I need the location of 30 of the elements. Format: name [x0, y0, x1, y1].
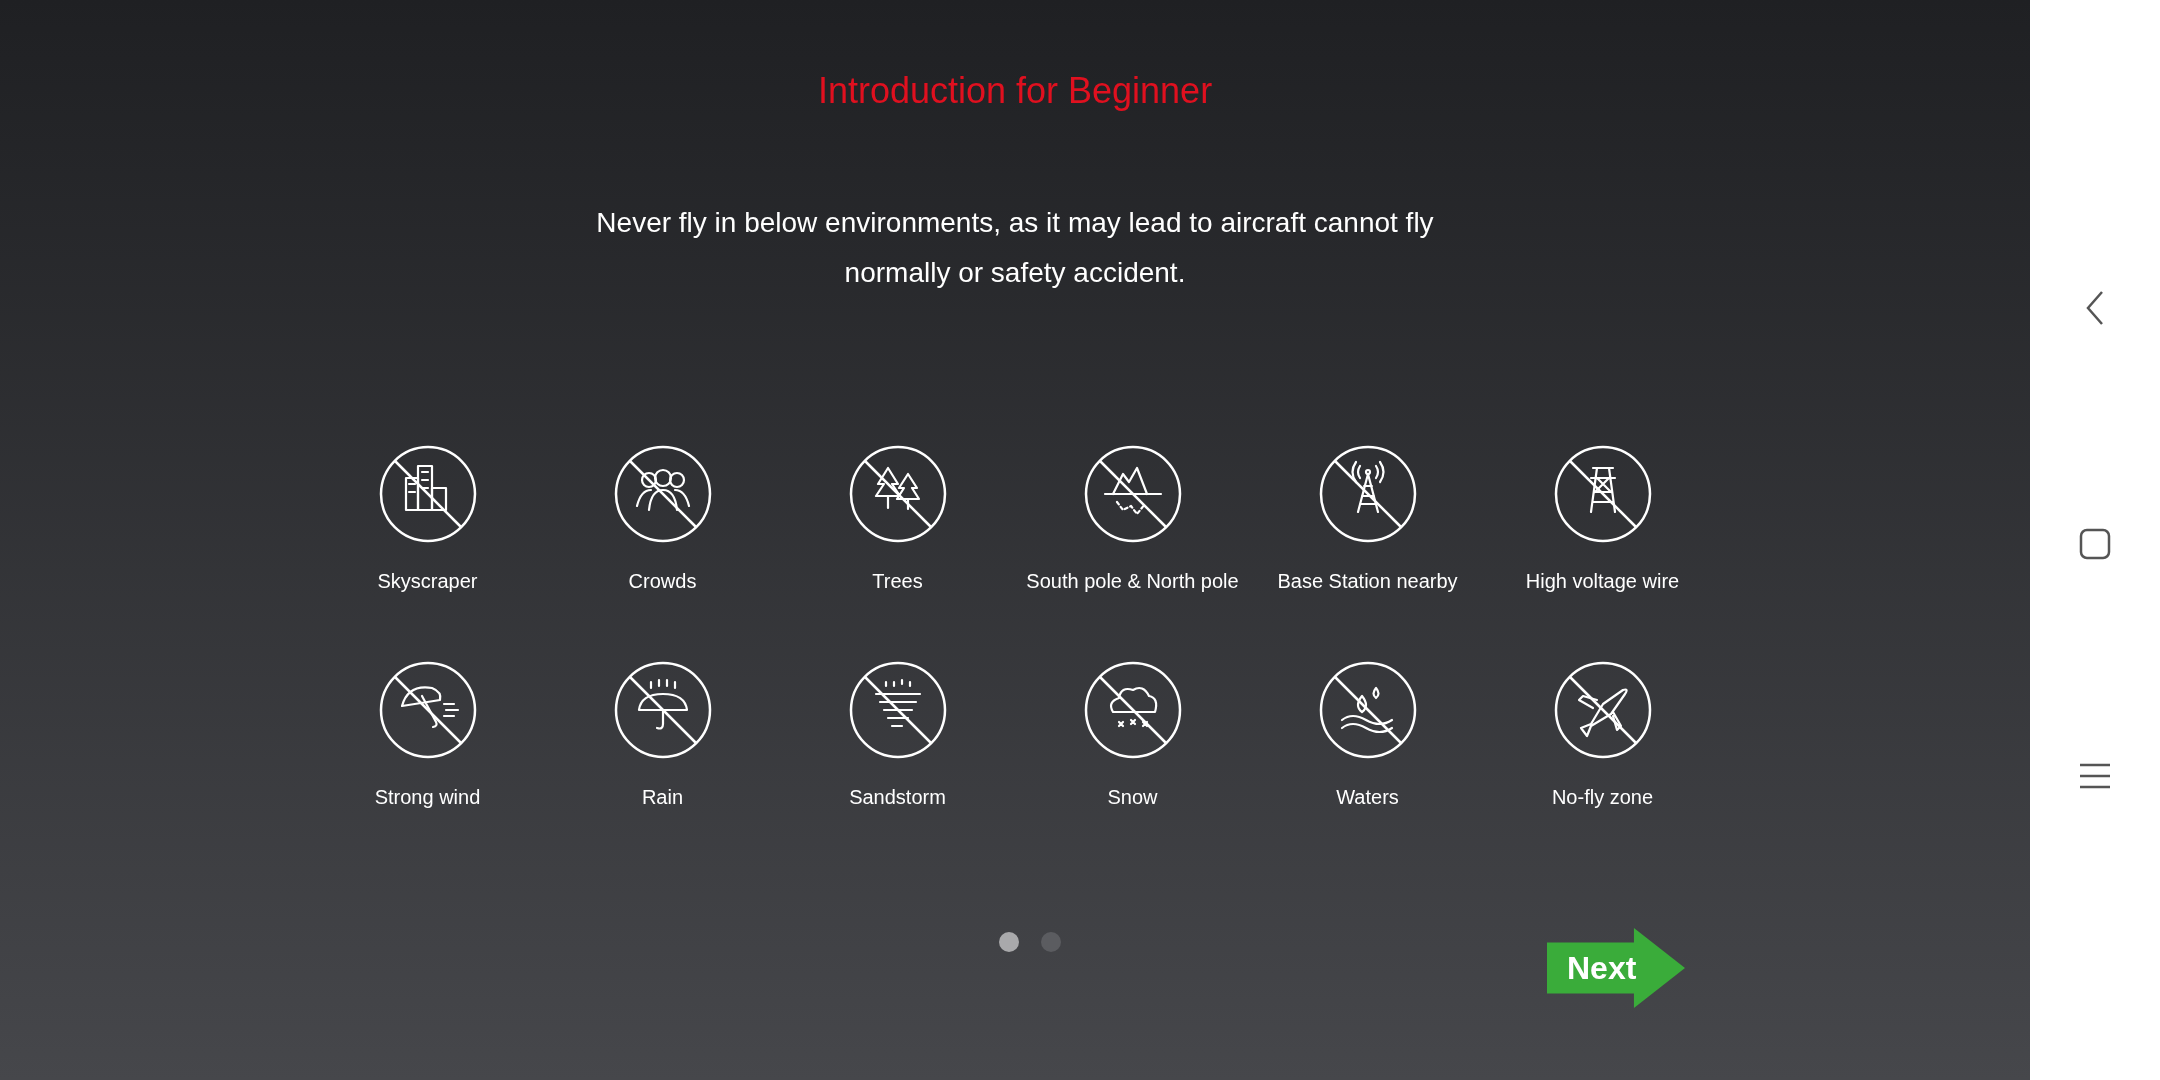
back-icon[interactable]	[2084, 290, 2106, 326]
environment-label: High voltage wire	[1525, 569, 1680, 594]
snow-cloud-icon	[1082, 660, 1183, 760]
environment-label: Snow	[1107, 785, 1158, 810]
environment-label: Skyscraper	[377, 569, 478, 594]
warning-text: Never fly in below environments, as it may lead to aircraft cannot fly normally or safety accident.	[595, 206, 1435, 290]
environment-label: Sandstorm	[849, 785, 946, 810]
environment-label: Strong wind	[374, 785, 481, 810]
umbrella-wind-icon	[377, 660, 478, 760]
radio-tower-icon	[1317, 444, 1418, 544]
umbrella-rain-icon	[612, 660, 713, 760]
water-drops-icon	[1317, 660, 1418, 760]
menu-icon[interactable]	[2079, 762, 2111, 790]
home-icon[interactable]	[2079, 528, 2111, 560]
power-pylon-icon	[1552, 444, 1653, 544]
environment-label: Base Station nearby	[1277, 569, 1458, 594]
environment-label: South pole & North pole	[1026, 569, 1239, 594]
environment-label: Rain	[641, 785, 684, 810]
tornado-icon	[847, 660, 948, 760]
environment-label: Crowds	[628, 569, 697, 594]
skyscraper-icon	[377, 444, 478, 544]
environment-label: No-fly zone	[1551, 785, 1654, 810]
trees-icon	[847, 444, 948, 544]
screen-title: Introduction for Beginner	[817, 69, 1213, 113]
crowd-icon	[612, 444, 713, 544]
environment-label: Waters	[1336, 785, 1399, 810]
airplane-icon	[1552, 660, 1653, 760]
next-button[interactable]: Next	[1547, 928, 1685, 1008]
environment-label: Trees	[872, 569, 923, 594]
iceberg-icon	[1082, 444, 1183, 544]
